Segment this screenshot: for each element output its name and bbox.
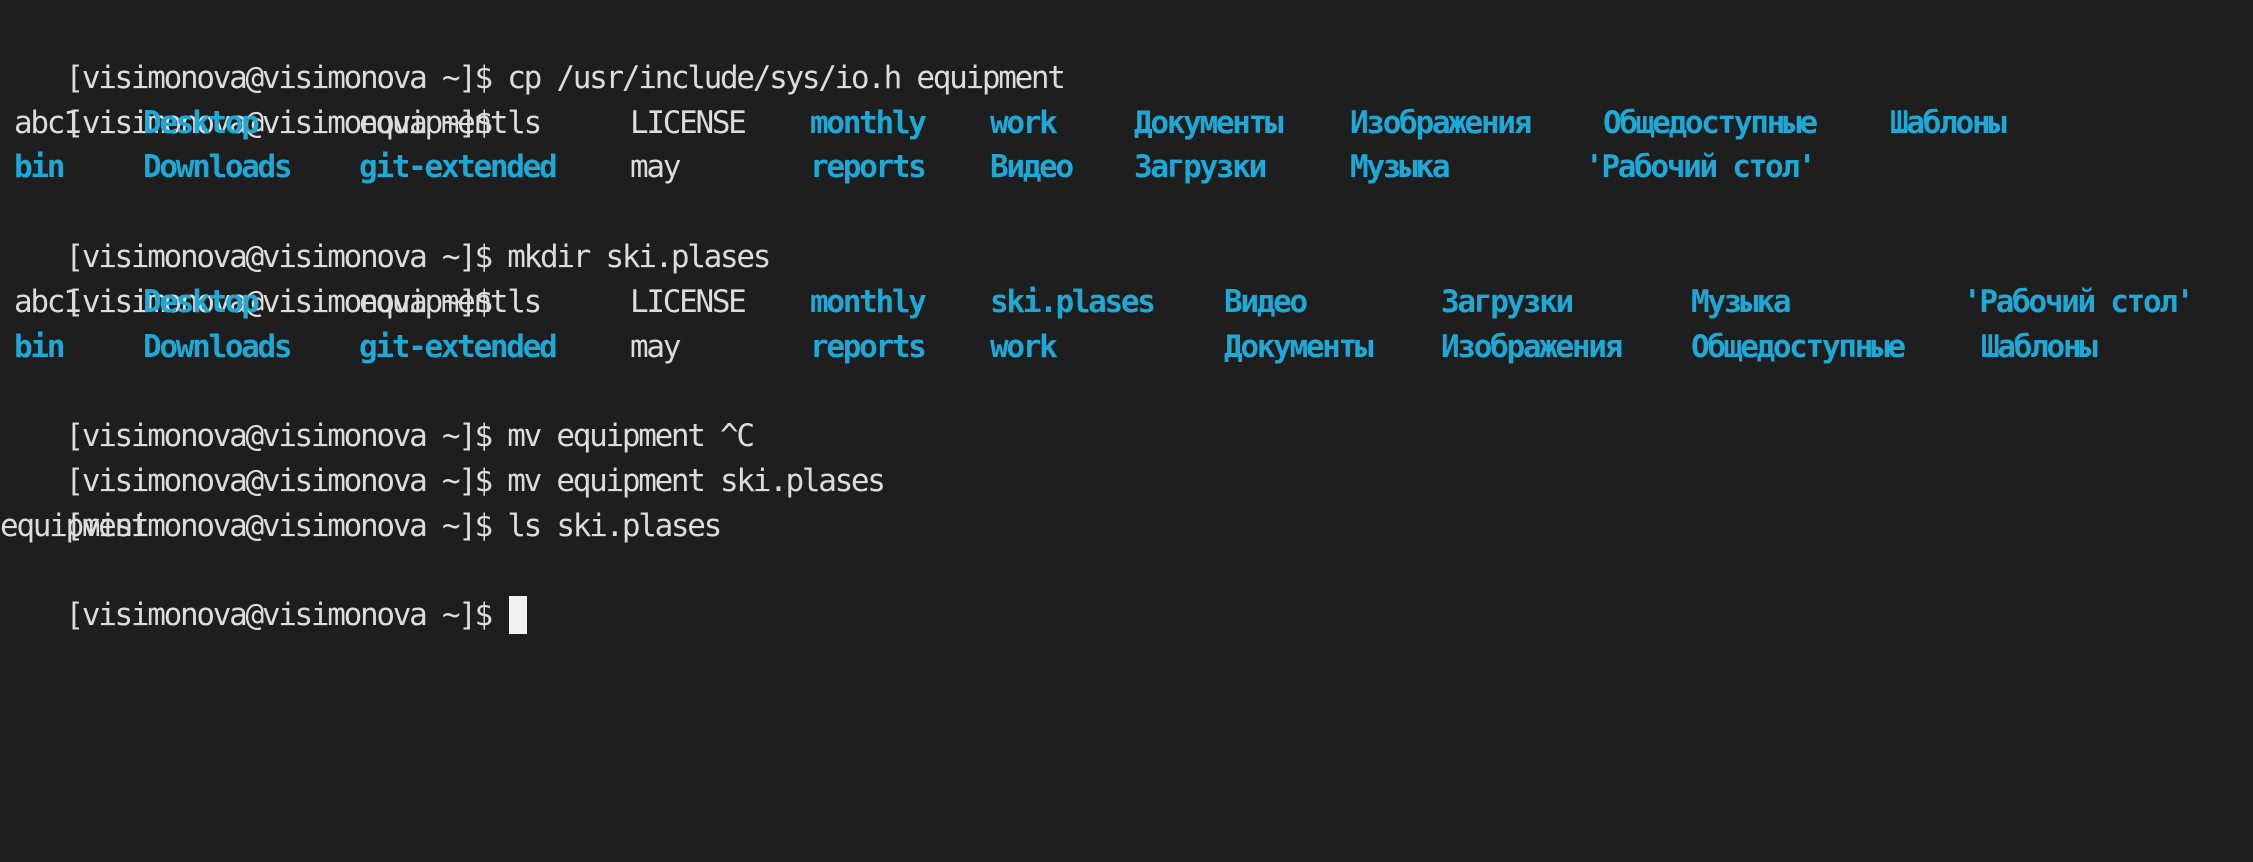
terminal-line-mv-cancelled: [visimonova@visimonova ~]$ mv equipment …	[0, 369, 2253, 454]
ls-entry-file: LICENSE	[630, 104, 747, 141]
ls-entry-file: may	[630, 149, 681, 186]
ls-entry-file: abc1	[14, 283, 82, 320]
ls-entry-file: equipment	[0, 507, 150, 544]
ls-entry-directory: Общедоступные	[1603, 104, 1818, 141]
ls-entry-directory: Изображения	[1441, 328, 1623, 365]
terminal-window[interactable]: [visimonova@visimonova ~]$ cp /usr/inclu…	[0, 11, 2253, 634]
terminal-line-ls: [visimonova@visimonova ~]$ ls	[0, 56, 2253, 141]
ls-entry-directory: Desktop	[143, 283, 260, 320]
ls-entry-directory: Desktop	[143, 104, 260, 141]
terminal-line-ls: [visimonova@visimonova ~]$ ls	[0, 235, 2253, 320]
ls-output-row: bin Downloads git-extended may reports w…	[0, 325, 2253, 370]
ls-entry-directory: ski.plases	[990, 283, 1156, 320]
ls-output-row: bin Downloads git-extended may reports В…	[0, 145, 2253, 190]
terminal-line-cp: [visimonova@visimonova ~]$ cp /usr/inclu…	[0, 11, 2253, 96]
ls-entry-directory: bin	[14, 328, 65, 365]
ls-entry-directory: Музыка	[1350, 149, 1450, 186]
ls-output-row: equipment	[0, 504, 2253, 549]
ls-entry-directory: Видео	[1224, 283, 1308, 320]
ls-entry-directory: git-extended	[359, 149, 558, 186]
ls-entry-directory: Документы	[1134, 104, 1284, 141]
ls-entry-directory: git-extended	[359, 328, 558, 365]
ls-entry-directory: monthly	[810, 104, 927, 141]
shell-prompt: [visimonova@visimonova ~]$	[65, 597, 508, 634]
terminal-line-mv: [visimonova@visimonova ~]$ mv equipment …	[0, 414, 2253, 499]
ls-output-row: abc1 Desktop equipment LICENSE monthly s…	[0, 280, 2253, 325]
ls-entry-file: LICENSE	[630, 283, 747, 320]
ls-entry-directory: Документы	[1224, 328, 1374, 365]
ls-entry-directory: Общедоступные	[1691, 328, 1906, 365]
ls-entry-file: equipment	[359, 104, 509, 141]
ls-entry-directory: Видео	[990, 149, 1074, 186]
ls-entry-directory: Downloads	[143, 149, 293, 186]
ls-entry-directory: Downloads	[143, 328, 293, 365]
ls-entry-directory: reports	[810, 328, 927, 365]
terminal-line-mkdir: [visimonova@visimonova ~]$ mkdir ski.pla…	[0, 190, 2253, 275]
ls-entry-directory: 'Рабочий стол'	[1963, 283, 2194, 320]
terminal-line-ls-dir: [visimonova@visimonova ~]$ ls ski.plases	[0, 459, 2253, 544]
ls-entry-file: may	[630, 328, 681, 365]
terminal-line-input[interactable]: [visimonova@visimonova ~]$	[0, 549, 2253, 634]
ls-output-row: abc1 Desktop equipment LICENSE monthly w…	[0, 101, 2253, 146]
ls-entry-directory: bin	[14, 149, 65, 186]
ls-entry-directory: 'Рабочий стол'	[1585, 149, 1816, 186]
ls-entry-directory: Изображения	[1350, 104, 1532, 141]
ls-entry-file: abc1	[14, 104, 82, 141]
ls-entry-directory: reports	[810, 149, 927, 186]
ls-entry-file: equipment	[359, 283, 509, 320]
ls-entry-directory: Шаблоны	[1890, 104, 2007, 141]
ls-entry-directory: monthly	[810, 283, 927, 320]
ls-entry-directory: Шаблоны	[1981, 328, 2098, 365]
ls-entry-directory: Загрузки	[1134, 149, 1267, 186]
ls-entry-directory: work	[990, 328, 1058, 365]
ls-entry-directory: Загрузки	[1441, 283, 1574, 320]
ls-entry-directory: Музыка	[1691, 283, 1791, 320]
text-cursor[interactable]	[509, 595, 528, 634]
ls-entry-directory: work	[990, 104, 1058, 141]
